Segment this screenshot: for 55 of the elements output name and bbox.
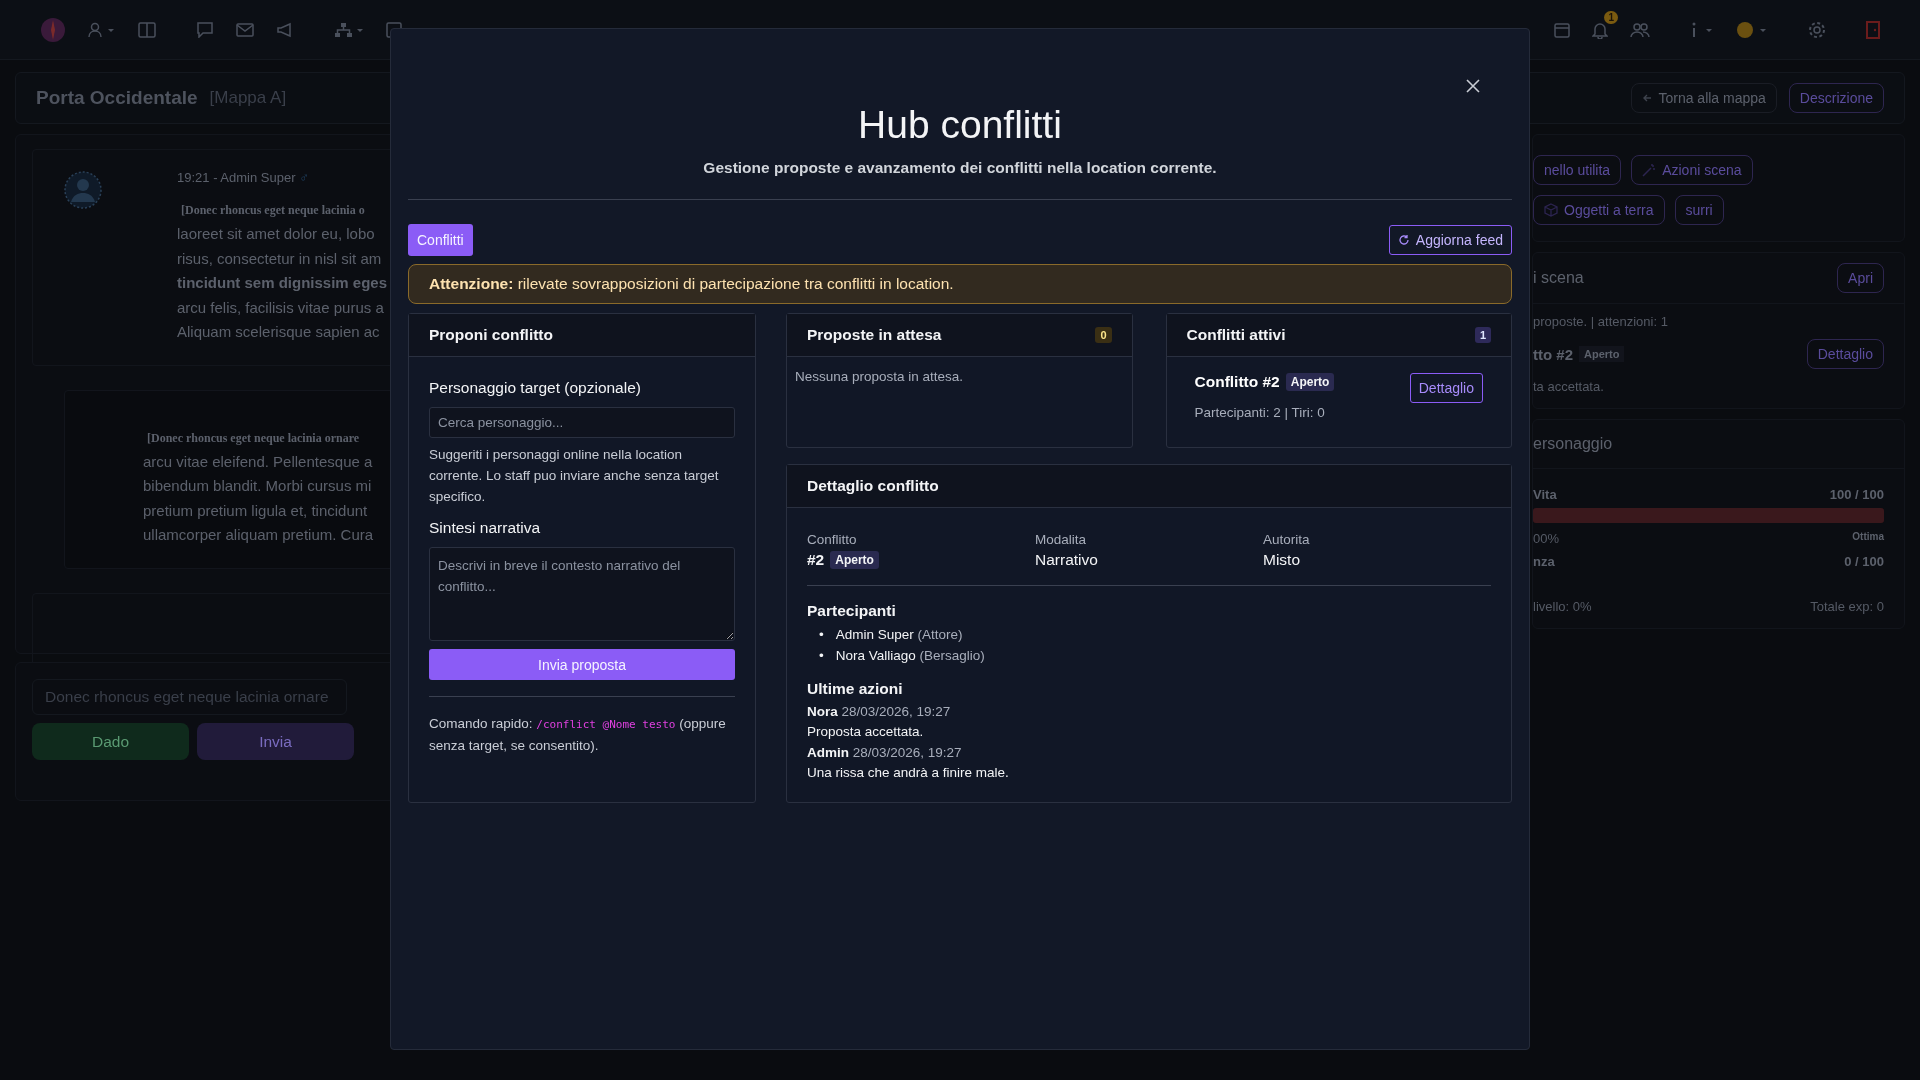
card-title: Proposte in attesa bbox=[807, 326, 942, 344]
scene-summary: proposte. | attenzioni: 1 bbox=[1533, 314, 1669, 329]
field-label: Sintesi narrativa bbox=[429, 519, 542, 537]
section-title: Ultime azioni bbox=[807, 680, 904, 698]
action-meta: Nora 28/03/2026, 19:27 bbox=[807, 704, 952, 719]
field-label: Personaggio target (opzionale) bbox=[429, 379, 642, 397]
field-value: #2 bbox=[807, 551, 825, 569]
level-caption: livello: 0% bbox=[1533, 599, 1592, 614]
status-badge: Aperto bbox=[1579, 346, 1625, 362]
field-value: Misto bbox=[1263, 551, 1301, 569]
action-meta: Admin 28/03/2026, 19:27 bbox=[807, 745, 963, 760]
stat-quality: Ottima bbox=[1852, 531, 1884, 544]
message-meta: 19:21 - Admin Super ♂ bbox=[177, 170, 310, 185]
stat-label: Vita bbox=[1533, 487, 1557, 502]
field-label: Autorita bbox=[1263, 532, 1311, 547]
card-title: Conflitti attivi bbox=[1186, 326, 1286, 344]
participant: Admin Super (Attore) bbox=[835, 626, 963, 644]
field-label: Conflitto bbox=[807, 532, 858, 547]
status-badge: Aperto bbox=[830, 551, 879, 569]
conflict-name: tto #2 bbox=[1533, 345, 1573, 363]
count-badge: 0 bbox=[1095, 327, 1112, 343]
empty-message: Nessuna proposta in attesa. bbox=[795, 369, 964, 384]
action-text: Una rissa che andrà a finire male. bbox=[807, 765, 1010, 780]
field-value: Narrativo bbox=[1035, 551, 1098, 569]
message-text: arcu vitae eleifend. Pellentesque a bibendum blandit. Morbi cursus mi pretium pretium ligula et, tincidunt ullamcorper aliquam pretium. Cura bbox=[143, 451, 374, 545]
last-action: ta accettata. bbox=[1533, 379, 1605, 394]
card-title: Dettaglio conflitto bbox=[807, 477, 939, 495]
section-title: Partecipanti bbox=[807, 602, 897, 620]
dialog-subtitle: Gestione proposte e avanzamento dei conflitti nella location corrente. bbox=[702, 159, 1218, 177]
action-text: Proposta accettata. bbox=[807, 724, 925, 739]
quick-command-hint: Comando rapido: /conflict @Nome testo (oppure senza target, se consentito). bbox=[429, 715, 727, 755]
participant: Nora Valliago (Bersaglio) bbox=[835, 647, 985, 665]
panel-title: i scena bbox=[1533, 269, 1585, 287]
dialog-title: Hub conflitti bbox=[857, 103, 1063, 147]
help-text: Suggeriti i personaggi online nella location corrente. Lo staff puo inviare anche senza target specifico. bbox=[429, 446, 720, 506]
message-text: laoreet sit amet dolor eu, lobo risus, consectetur in nisl sit am tincidunt sem dignissim eges arcu felis, facilisis vitae purus a Aliquam scelerisque sapien ac bbox=[177, 224, 388, 342]
message-heading: [Donec rhoncus eget neque lacinia ornare bbox=[147, 430, 361, 446]
field-label: Modalita bbox=[1035, 532, 1088, 547]
stat-label: nza bbox=[1533, 554, 1555, 569]
stat-value: 100 / 100 bbox=[1829, 487, 1884, 502]
bullet: • bbox=[819, 626, 824, 644]
total-exp: Totale exp: 0 bbox=[1810, 599, 1884, 614]
location-title: Porta Occidentale bbox=[36, 87, 198, 109]
conflict-name: Conflitto #2 bbox=[1194, 373, 1280, 391]
count-badge: 1 bbox=[1474, 327, 1491, 343]
warning-alert: Attenzione: rilevate sovrapposizioni di partecipazione tra conflitti in location. bbox=[408, 264, 1512, 304]
stat-value: 0 / 100 bbox=[1844, 554, 1884, 569]
status-badge: Aperto bbox=[1285, 373, 1335, 391]
stat-percent: 00% bbox=[1533, 531, 1560, 546]
panel-title: ersonaggio bbox=[1533, 435, 1614, 453]
card-title: Proponi conflitto bbox=[429, 326, 553, 344]
message-heading: [Donec rhoncus eget neque lacinia o bbox=[181, 203, 366, 218]
bullet: • bbox=[819, 647, 824, 665]
conflict-meta: Partecipanti: 2 | Tiri: 0 bbox=[1194, 405, 1326, 420]
notification-badge: 1 bbox=[1604, 10, 1618, 24]
